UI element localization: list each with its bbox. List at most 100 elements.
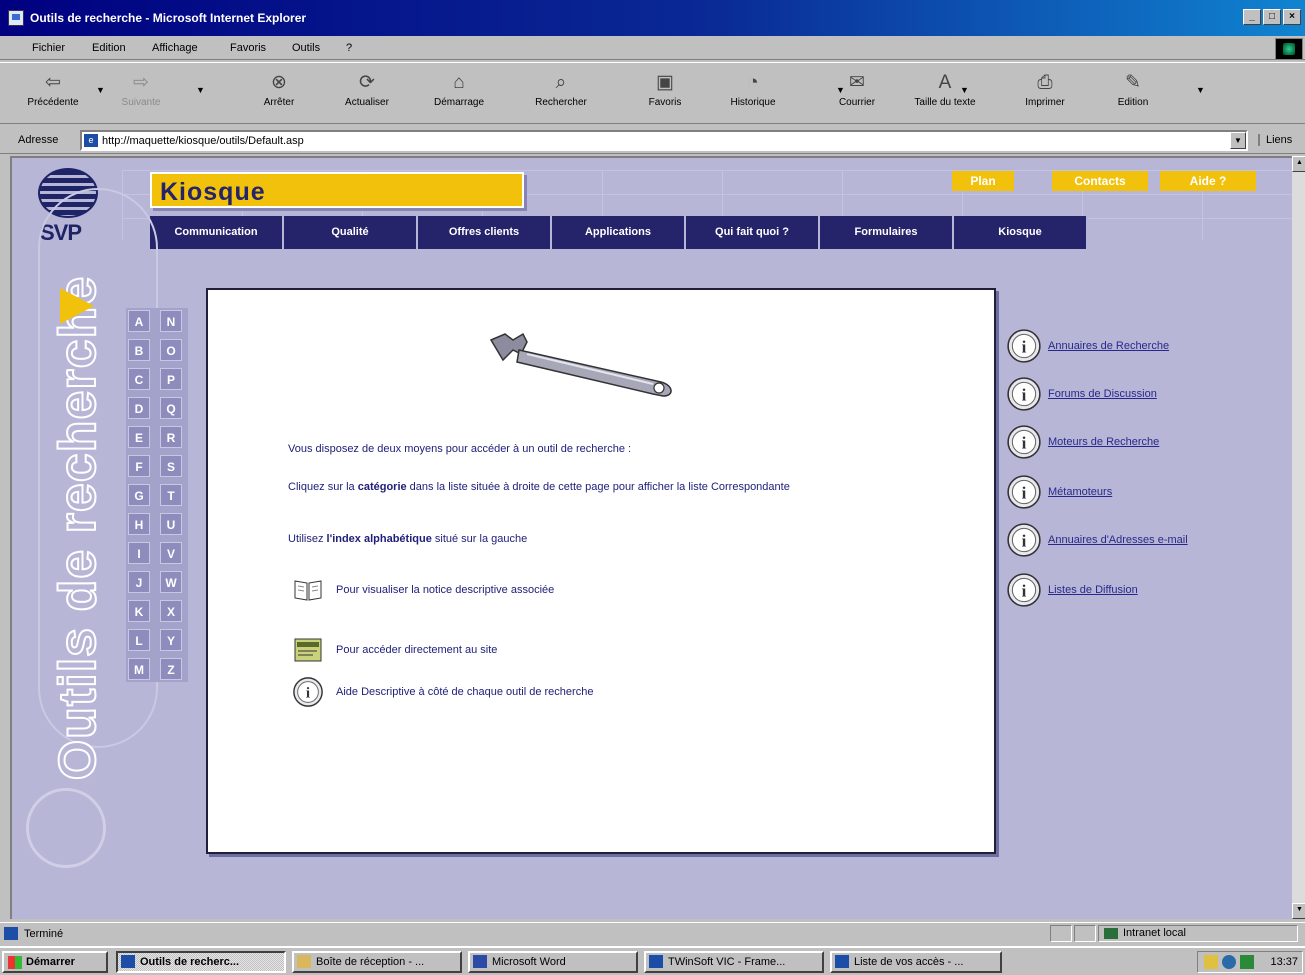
toolbar-button-label: Historique xyxy=(730,97,776,108)
alphabet-letter-o[interactable]: O xyxy=(160,339,182,361)
task-boite-de-reception[interactable]: Boîte de réception - ... xyxy=(292,951,462,973)
alphabet-letter-q[interactable]: Q xyxy=(160,397,182,419)
toolbar-history-button[interactable]: ◔ Historique xyxy=(712,69,794,119)
plan-link[interactable]: Plan xyxy=(952,171,1014,191)
toolbar-button-label: Arrêter xyxy=(263,97,295,108)
alphabet-letter-w[interactable]: W xyxy=(160,571,182,593)
alphabet-letter-h[interactable]: H xyxy=(128,513,150,535)
ie-app-icon[interactable] xyxy=(8,10,24,26)
alphabet-letter-t[interactable]: T xyxy=(160,484,182,506)
alphabet-letter-b[interactable]: B xyxy=(128,339,150,361)
alphabet-letter-z[interactable]: Z xyxy=(160,658,182,680)
help-link[interactable]: Aide ? xyxy=(1160,171,1256,191)
toolbar-forward-arrow-button[interactable]: ⇨ Suivante xyxy=(100,69,182,119)
toolbar-stop-button[interactable]: ⊗ Arrêter xyxy=(238,69,320,119)
alphabet-letter-p[interactable]: P xyxy=(160,368,182,390)
back-dropdown-icon[interactable]: ▼ xyxy=(96,85,105,95)
alphabet-letter-c[interactable]: C xyxy=(128,368,150,390)
menu-fichier[interactable]: Fichier xyxy=(32,42,65,54)
toolbar-edit-button[interactable]: ✎ Edition xyxy=(1092,69,1174,119)
toolbar-refresh-button[interactable]: ⟳ Actualiser xyxy=(326,69,408,119)
nav-qui-fait-quoi[interactable]: Qui fait quoi ? xyxy=(686,216,820,249)
alphabet-letter-s[interactable]: S xyxy=(160,455,182,477)
alphabet-letter-r[interactable]: R xyxy=(160,426,182,448)
address-field[interactable]: e ▼ xyxy=(80,130,1248,151)
alphabet-letter-e[interactable]: E xyxy=(128,426,150,448)
alphabet-letter-k[interactable]: K xyxy=(128,600,150,622)
legend-site-text: Pour accéder directement au site xyxy=(336,644,498,656)
standard-toolbar: ⇦ Précédente ⇨ Suivante ⊗ Arrêter ⟳ Actualiser ⌂… xyxy=(0,62,1305,124)
nav-applications[interactable]: Applications xyxy=(552,216,686,249)
contacts-link[interactable]: Contacts xyxy=(1052,171,1148,191)
nav-communication[interactable]: Communication xyxy=(150,216,284,249)
info-icon[interactable]: i xyxy=(1006,474,1042,510)
menu-help[interactable]: ? xyxy=(346,42,352,54)
maximize-button[interactable]: □ xyxy=(1263,9,1281,25)
minimize-button[interactable]: _ xyxy=(1243,9,1261,25)
clock[interactable]: 13:37 xyxy=(1270,956,1298,968)
toolbar-search-button[interactable]: ⌕ Rechercher xyxy=(520,69,602,119)
info-icon[interactable]: i xyxy=(1006,424,1042,460)
nav-qualite[interactable]: Qualité xyxy=(284,216,418,249)
menu-affichage[interactable]: Affichage xyxy=(152,42,198,54)
speaker-icon[interactable] xyxy=(1204,955,1218,969)
info-icon[interactable]: i xyxy=(1006,522,1042,558)
category-link[interactable]: Forums de Discussion xyxy=(1048,388,1157,400)
toolbar-back-arrow-button[interactable]: ⇦ Précédente xyxy=(12,69,94,119)
alphabet-letter-l[interactable]: L xyxy=(128,629,150,651)
menu-outils[interactable]: Outils xyxy=(292,42,320,54)
window-titlebar[interactable]: Outils de recherche - Microsoft Internet… xyxy=(0,0,1305,36)
nav-offres-clients[interactable]: Offres clients xyxy=(418,216,552,249)
toolbar-home-button[interactable]: ⌂ Démarrage xyxy=(418,69,500,119)
alphabet-letter-v[interactable]: V xyxy=(160,542,182,564)
vertical-scrollbar[interactable] xyxy=(1292,156,1305,919)
task-microsoft-word[interactable]: Microsoft Word xyxy=(468,951,638,973)
text-size-dropdown-icon[interactable]: ▼ xyxy=(960,85,969,95)
category-link[interactable]: Annuaires d'Adresses e-mail xyxy=(1048,534,1188,546)
menu-edition[interactable]: Edition xyxy=(92,42,126,54)
category-link[interactable]: Moteurs de Recherche xyxy=(1048,436,1159,448)
alphabet-letter-n[interactable]: N xyxy=(160,310,182,332)
alphabet-letter-j[interactable]: J xyxy=(128,571,150,593)
menu-favoris[interactable]: Favoris xyxy=(230,42,266,54)
network-icon[interactable] xyxy=(1222,955,1236,969)
alphabet-letter-m[interactable]: M xyxy=(128,658,150,680)
info-icon[interactable]: i xyxy=(1006,572,1042,608)
address-dropdown-button[interactable]: ▼ xyxy=(1230,132,1246,149)
toolbar-favorites-button[interactable]: ▣ Favoris xyxy=(624,69,706,119)
toolbar-text-size-button[interactable]: A Taille du texte xyxy=(904,69,986,119)
close-button[interactable]: × xyxy=(1283,9,1301,25)
alphabet-letter-y[interactable]: Y xyxy=(160,629,182,651)
info-icon[interactable]: i xyxy=(1006,328,1042,364)
menu-bar: Fichier Edition Affichage Favoris Outils… xyxy=(0,36,1305,60)
links-button[interactable]: Liens xyxy=(1258,134,1292,146)
category-link[interactable]: Annuaires de Recherche xyxy=(1048,340,1169,352)
toolbar-print-button[interactable]: ⎙ Imprimer xyxy=(1004,69,1086,119)
alphabet-letter-f[interactable]: F xyxy=(128,455,150,477)
alphabet-letter-a[interactable]: A xyxy=(128,310,150,332)
mail-dropdown-icon[interactable]: ▼ xyxy=(836,85,845,95)
nav-kiosque[interactable]: Kiosque xyxy=(954,216,1088,249)
toolbar-mail-button[interactable]: ✉ Courrier xyxy=(816,69,898,119)
task-twinsoft-vic[interactable]: TWinSoft VIC - Frame... xyxy=(644,951,824,973)
alphabet-letter-i[interactable]: I xyxy=(128,542,150,564)
nav-formulaires[interactable]: Formulaires xyxy=(820,216,954,249)
instruction-alphabet-post: situé sur la gauche xyxy=(431,533,528,545)
start-button[interactable]: Démarrer xyxy=(2,951,108,973)
alphabet-letter-x[interactable]: X xyxy=(160,600,182,622)
refresh-icon: ⟳ xyxy=(359,72,375,93)
svg-text:i: i xyxy=(306,686,310,702)
category-link[interactable]: Métamoteurs xyxy=(1048,486,1112,498)
category-link[interactable]: Listes de Diffusion xyxy=(1048,584,1138,596)
more-dropdown-icon[interactable]: ▼ xyxy=(1196,85,1205,95)
info-icon[interactable]: i xyxy=(1006,376,1042,412)
tray-app-icon[interactable] xyxy=(1240,955,1254,969)
forward-dropdown-icon[interactable]: ▼ xyxy=(196,85,205,95)
alphabet-letter-g[interactable]: G xyxy=(128,484,150,506)
task-liste-de-vos-acces[interactable]: Liste de vos accès - ... xyxy=(830,951,1002,973)
address-input[interactable] xyxy=(102,133,1222,148)
status-pane xyxy=(1050,925,1072,942)
task-outils-de-recherche[interactable]: Outils de recherc... xyxy=(116,951,286,973)
alphabet-letter-u[interactable]: U xyxy=(160,513,182,535)
alphabet-letter-d[interactable]: D xyxy=(128,397,150,419)
